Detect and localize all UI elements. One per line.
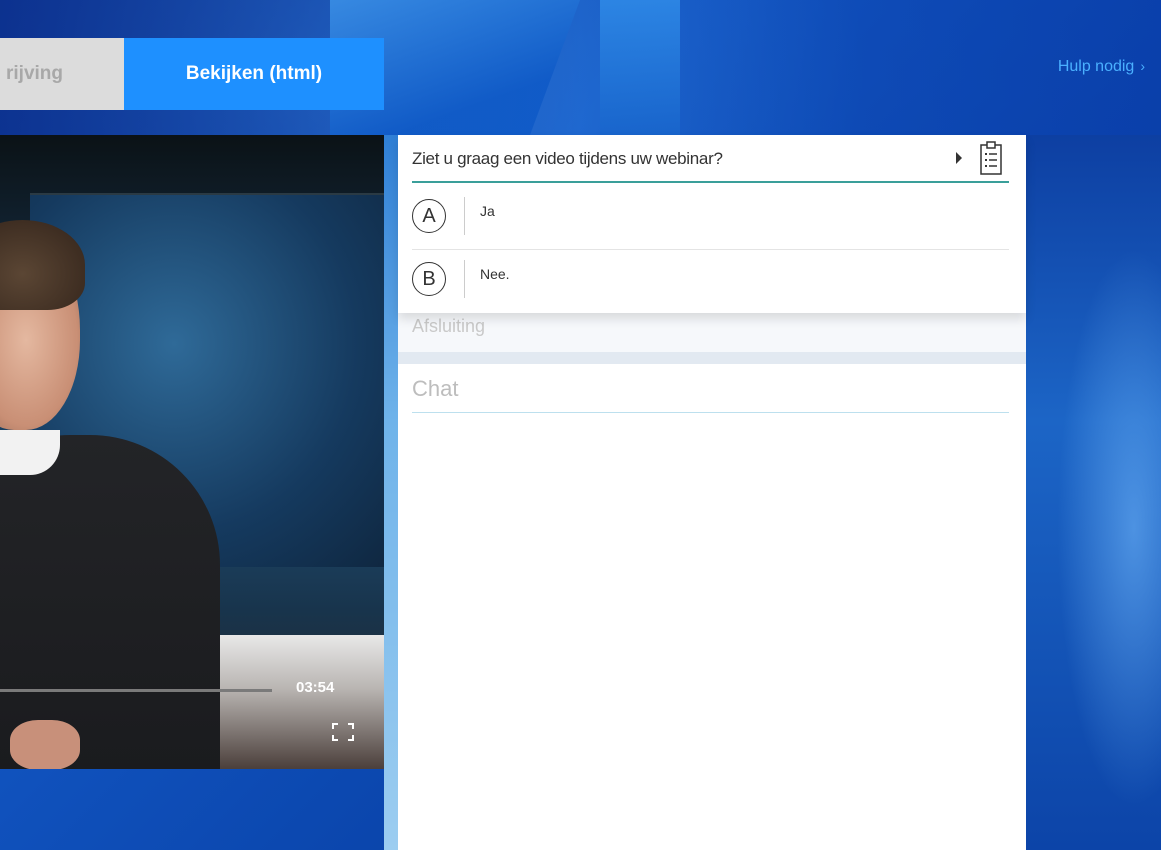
- section-afsluiting[interactable]: Afsluiting: [398, 308, 1026, 364]
- tab-bekijken-html[interactable]: Bekijken (html): [124, 38, 384, 110]
- chat-divider: [412, 412, 1009, 413]
- video-player[interactable]: 03:54: [0, 135, 384, 769]
- fullscreen-icon[interactable]: [332, 723, 354, 741]
- presenter-body: [0, 435, 220, 769]
- section-chat[interactable]: Chat: [398, 364, 1026, 414]
- option-letter-badge: B: [412, 262, 446, 296]
- clipboard-list-icon[interactable]: [979, 140, 1003, 176]
- section-afsluiting-label: Afsluiting: [412, 316, 486, 336]
- option-text: Ja: [480, 203, 495, 219]
- chevron-right-icon: ›: [1140, 58, 1145, 74]
- presenter-hands: [10, 720, 80, 769]
- background-shape: [600, 0, 680, 135]
- poll-question-underline: [412, 181, 1009, 183]
- panel-edge: [384, 135, 398, 850]
- option-text: Nee.: [480, 266, 510, 282]
- help-link-label: Hulp nodig: [1057, 58, 1135, 75]
- poll-option-b[interactable]: B Nee.: [412, 250, 1009, 312]
- poll-question: Ziet u graag een video tijdens uw webina…: [412, 149, 723, 168]
- play-arrow-icon[interactable]: [956, 152, 962, 164]
- poll-popup: Ziet u graag een video tijdens uw webina…: [398, 135, 1026, 313]
- tab-beschrijving[interactable]: rijving: [0, 38, 124, 110]
- video-time: 03:54: [296, 679, 335, 696]
- help-link[interactable]: Hulp nodig ›: [1058, 58, 1145, 76]
- section-chat-label: Chat: [412, 376, 459, 401]
- background-side: [1026, 135, 1161, 850]
- video-progress-bar[interactable]: [0, 689, 272, 692]
- option-divider: [464, 197, 465, 235]
- poll-option-a[interactable]: A Ja: [412, 187, 1009, 250]
- option-letter-badge: A: [412, 199, 446, 233]
- option-divider: [464, 260, 465, 298]
